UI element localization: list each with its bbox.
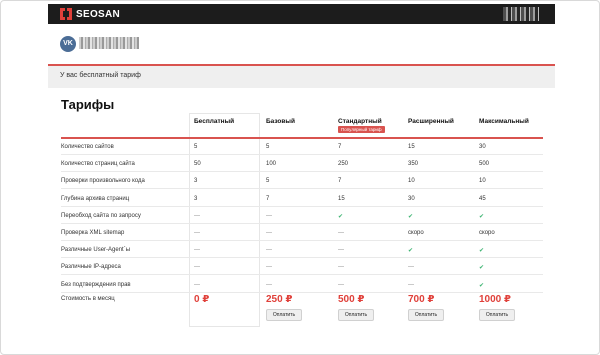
current-tariff-text: У вас бесплатный тариф (60, 72, 141, 79)
table-header: Бесплатный Базовый Стандартный Популярны… (61, 113, 543, 139)
current-tariff-notice: У вас бесплатный тариф (48, 66, 555, 88)
plan-header-free: Бесплатный (194, 118, 235, 125)
plan-header-standard: Стандартный (338, 118, 382, 125)
check-icon: ✔ (479, 213, 485, 220)
pay-button-maximum[interactable]: Оплатить (479, 309, 515, 321)
feature-label: Проверки произвольного кода (61, 178, 145, 185)
popular-badge: Популярный тариф (338, 126, 385, 133)
page-title: Тарифы (61, 97, 115, 112)
check-icon: ✔ (408, 213, 414, 220)
app-frame: SEOSAN VK У вас бесплатный тариф Тарифы … (0, 0, 600, 355)
feature-value: 350 (408, 161, 419, 168)
not-available-dash: — (338, 264, 344, 271)
plan-header-basic: Базовый (266, 118, 295, 125)
table-row: Количество страниц сайта 50 100 250 350 500 (61, 156, 543, 173)
feature-label: Различные User-Agent`ы (61, 247, 131, 254)
not-available-dash: — (194, 230, 200, 236)
plan-header-extended: Расширенный (408, 118, 454, 125)
table-row: Проверка XML sitemap — — — скоро скоро (61, 225, 543, 241)
check-icon: ✔ (408, 248, 414, 255)
not-available-dash: — (194, 247, 200, 254)
feature-value: 7 (266, 195, 270, 202)
price-free: 0 ₽ (194, 294, 210, 305)
table-row: Различные User-Agent`ы — — — ✔ ✔ (61, 242, 543, 259)
logo-text: SEOSAN (76, 8, 121, 20)
feature-value: скоро (479, 230, 495, 236)
feature-label: Переобход сайта по запросу (61, 212, 141, 219)
table-row: Глубина архива страниц 3 7 15 30 45 (61, 191, 543, 207)
top-navbar: SEOSAN (48, 4, 555, 24)
feature-value: 7 (338, 144, 342, 150)
table-row: Без подтверждения прав — — — — ✔ (61, 277, 543, 293)
feature-value: скоро (408, 230, 424, 236)
table-row: Различные IP-адреса — — — — ✔ (61, 259, 543, 276)
not-available-dash: — (338, 281, 344, 288)
account-badge-blurred[interactable] (503, 7, 539, 21)
not-available-dash: — (266, 281, 272, 288)
feature-label: Количество страниц сайта (61, 161, 135, 168)
feature-value: 30 (408, 195, 415, 202)
price-row: Стоимость в месяц 0 ₽ 250 ₽ 500 ₽ 700 ₽ … (61, 293, 543, 323)
avatar[interactable]: VK (60, 36, 76, 52)
feature-value: 250 (338, 161, 349, 168)
feature-label: Без подтверждения прав (61, 281, 131, 288)
not-available-dash: — (194, 281, 200, 288)
not-available-dash: — (266, 247, 272, 254)
feature-value: 45 (479, 195, 486, 202)
not-available-dash: — (338, 230, 344, 236)
plan-header-maximum: Максимальный (479, 118, 529, 125)
pay-button-basic[interactable]: Оплатить (266, 309, 302, 321)
not-available-dash: — (194, 264, 200, 271)
not-available-dash: — (338, 247, 344, 254)
logo[interactable]: SEOSAN (60, 8, 120, 20)
feature-value: 5 (194, 144, 198, 150)
feature-value: 15 (408, 144, 415, 150)
pay-button-standard[interactable]: Оплатить (338, 309, 374, 321)
feature-label: Различные IP-адреса (61, 264, 121, 271)
feature-value: 3 (194, 195, 198, 202)
not-available-dash: — (408, 264, 414, 271)
feature-label: Количество сайтов (61, 144, 114, 150)
feature-value: 10 (408, 178, 415, 185)
check-icon: ✔ (479, 282, 485, 289)
not-available-dash: — (408, 281, 414, 288)
table-row: Количество сайтов 5 5 7 15 30 (61, 139, 543, 155)
pay-button-extended[interactable]: Оплатить (408, 309, 444, 321)
feature-value: 5 (266, 178, 270, 185)
feature-label: Глубина архива страниц (61, 195, 130, 202)
feature-value: 5 (266, 144, 270, 150)
feature-value: 3 (194, 178, 198, 185)
price-extended: 700 ₽ (408, 294, 435, 305)
feature-value: 30 (479, 144, 486, 150)
check-icon: ✔ (479, 248, 485, 255)
not-available-dash: — (266, 212, 272, 219)
user-bar: VK (48, 24, 555, 64)
feature-value: 15 (338, 195, 345, 202)
feature-value: 500 (479, 161, 490, 168)
username-blurred[interactable] (79, 37, 139, 49)
feature-value: 50 (194, 161, 201, 168)
seosan-logo-icon (60, 8, 72, 20)
feature-label: Проверка XML sitemap (61, 230, 125, 236)
table-row: Переобход сайта по запросу — — ✔ ✔ ✔ (61, 208, 543, 224)
tariffs-table: Бесплатный Базовый Стандартный Популярны… (61, 113, 543, 327)
price-standard: 500 ₽ (338, 294, 365, 305)
not-available-dash: — (266, 230, 272, 236)
feature-value: 100 (266, 161, 277, 168)
price-label: Стоимость в месяц (61, 296, 115, 302)
not-available-dash: — (194, 212, 200, 219)
price-basic: 250 ₽ (266, 294, 293, 305)
check-icon: ✔ (338, 213, 344, 220)
feature-value: 7 (338, 178, 342, 185)
table-row: Проверки произвольного кода 3 5 7 10 10 (61, 173, 543, 190)
feature-value: 10 (479, 178, 486, 185)
price-maximum: 1000 ₽ (479, 294, 511, 305)
check-icon: ✔ (479, 265, 485, 272)
not-available-dash: — (266, 264, 272, 271)
